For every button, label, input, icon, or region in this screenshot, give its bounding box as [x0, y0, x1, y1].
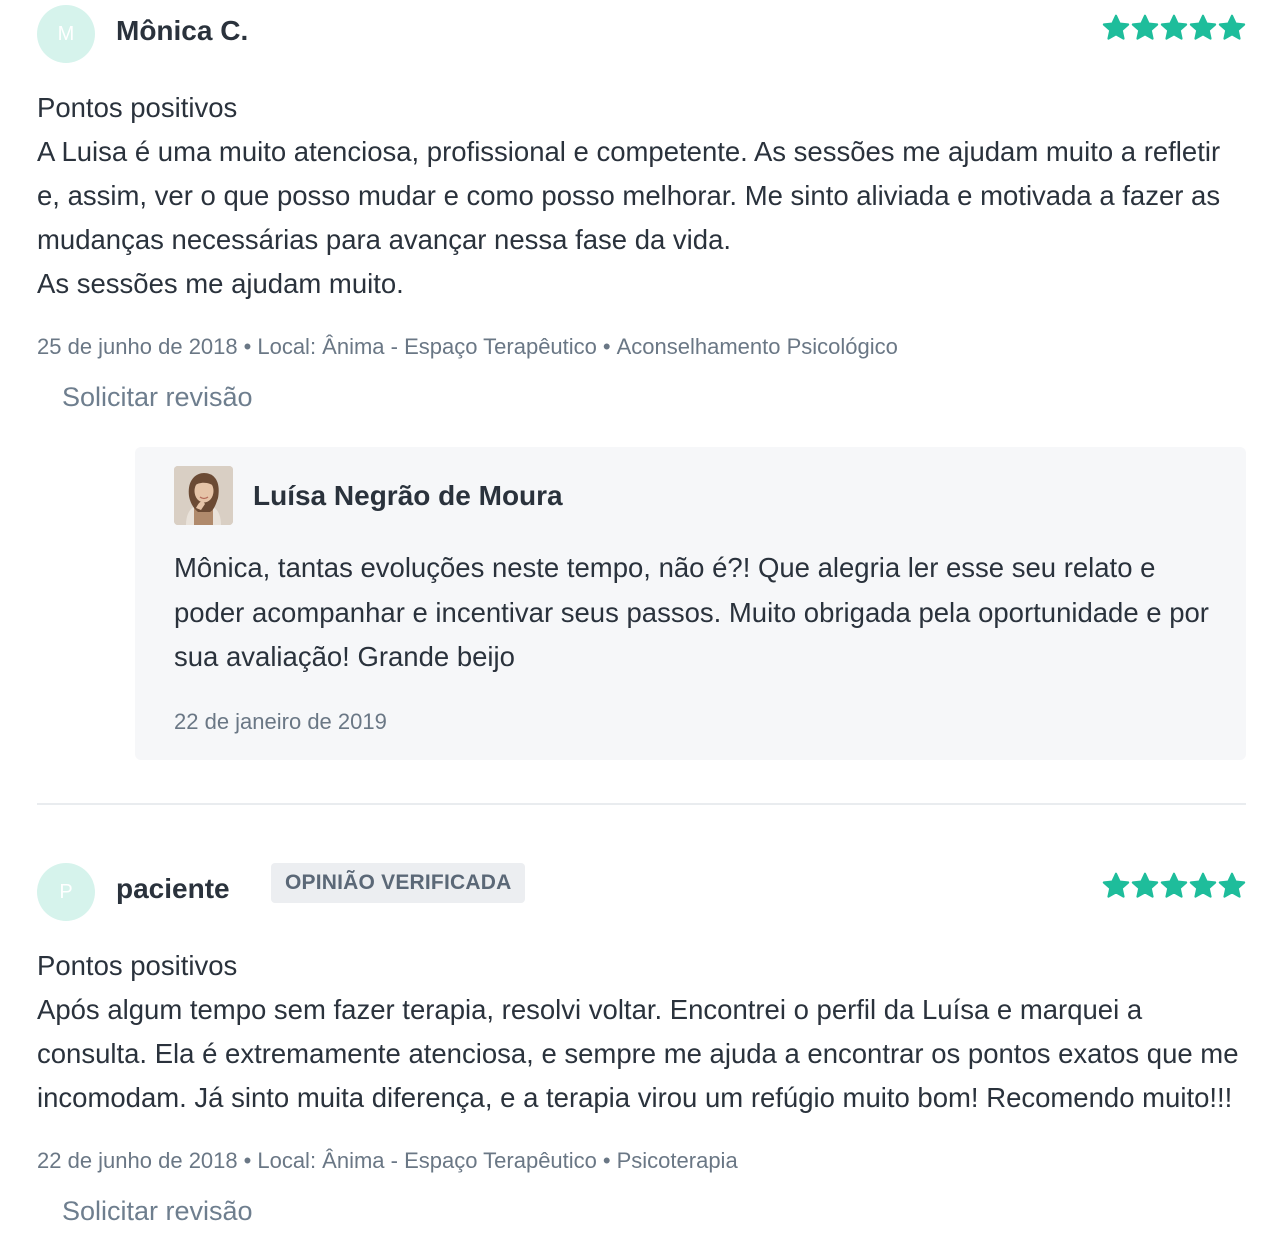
avatar: P — [37, 863, 95, 921]
star-rating — [1102, 14, 1246, 42]
review-text: Após algum tempo sem fazer terapia, reso… — [37, 994, 1239, 1113]
star-rating — [1102, 872, 1246, 900]
avatar-initial: M — [57, 22, 75, 45]
star-icon — [1160, 14, 1188, 42]
star-icon — [1218, 872, 1246, 900]
review-date: 22 de junho de 2018 — [37, 1148, 238, 1173]
review-card: M Mônica C. Pontos positivos A Luisa é u… — [37, 0, 1246, 760]
review-location: Local: Ânima - Espaço Terapêutico — [257, 1148, 597, 1173]
star-icon — [1189, 14, 1217, 42]
review-service: Aconselhamento Psicológico — [616, 334, 898, 359]
request-review-link[interactable]: Solicitar revisão — [62, 1196, 253, 1227]
review-card: P paciente OPINIÃO VERIFICADA Pontos pos… — [37, 858, 1246, 1227]
review-body: Pontos positivos A Luisa é uma muito ate… — [37, 86, 1246, 306]
review-date: 25 de junho de 2018 — [37, 334, 238, 359]
star-icon — [1218, 14, 1246, 42]
star-icon — [1189, 872, 1217, 900]
review-heading: Pontos positivos — [37, 92, 238, 123]
reply-text: Mônica, tantas evoluções neste tempo, nã… — [174, 552, 1209, 672]
reviewer-name: paciente — [116, 873, 230, 904]
star-icon — [1160, 872, 1188, 900]
request-review-link[interactable]: Solicitar revisão — [62, 382, 253, 413]
star-icon — [1131, 14, 1159, 42]
doctor-avatar-photo — [174, 466, 233, 525]
verified-badge: OPINIÃO VERIFICADA — [271, 863, 526, 903]
avatar-initial: P — [59, 880, 73, 903]
review-body: Pontos positivos Após algum tempo sem fa… — [37, 944, 1246, 1120]
review-divider — [37, 803, 1246, 805]
review-meta: 22 de junho de 2018 • Local: Ânima - Espaç… — [37, 1148, 738, 1173]
reply-date: 22 de janeiro de 2019 — [174, 709, 387, 734]
star-icon — [1102, 872, 1130, 900]
avatar: M — [37, 5, 95, 63]
review-text: A Luisa é uma muito atenciosa, profissio… — [37, 136, 1221, 255]
review-heading: Pontos positivos — [37, 950, 238, 981]
review-meta: 25 de junho de 2018 • Local: Ânima - Espaç… — [37, 334, 898, 359]
profile-photo-icon — [174, 466, 233, 525]
reviewer-name: Mônica C. — [116, 15, 249, 46]
doctor-name: Luísa Negrão de Moura — [253, 480, 563, 511]
star-icon — [1102, 14, 1130, 42]
review-header: M Mônica C. — [37, 0, 1246, 64]
star-icon — [1131, 872, 1159, 900]
review-text-extra: As sessões me ajudam muito. — [37, 268, 404, 299]
review-location: Local: Ânima - Espaço Terapêutico — [257, 334, 597, 359]
review-header: P paciente OPINIÃO VERIFICADA — [37, 858, 1246, 922]
doctor-reply: Luísa Negrão de Moura Mônica, tantas evo… — [135, 447, 1246, 760]
review-service: Psicoterapia — [616, 1148, 738, 1173]
